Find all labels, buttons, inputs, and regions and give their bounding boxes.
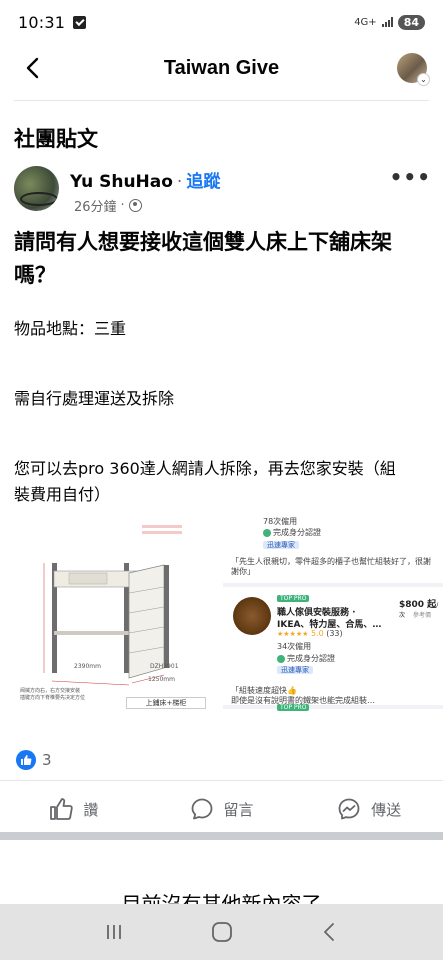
battery-indicator: 84 <box>397 14 425 30</box>
author-avatar[interactable] <box>14 166 59 211</box>
post-meta: 26分鐘 · <box>74 196 142 215</box>
post-image[interactable]: 2390mm 1250mm DZH3901 上鋪床+梯柜 阀械方向右，右方交接安… <box>14 513 443 712</box>
model-label: DZH3901 <box>150 663 179 670</box>
post-title-line: 嗎？ <box>14 263 56 287</box>
chevron-down-icon[interactable]: ⌄ <box>417 73 430 86</box>
post-time[interactable]: 26分鐘 <box>74 196 117 215</box>
review-count: (33) <box>326 629 343 638</box>
like-button[interactable]: 讚 <box>0 792 148 826</box>
comment-icon <box>191 798 212 820</box>
audience-icon <box>128 199 142 212</box>
card-separator <box>223 583 443 587</box>
fast-badge: 迅速專家 <box>263 540 299 550</box>
fast-badge: 迅速專家 <box>277 665 313 675</box>
status-time: 10:31 <box>18 12 66 32</box>
review-quote: 「先生人很親切，零件超多的櫃子也幫忙組裝好了，很謝謝你」 <box>231 557 431 576</box>
usage-count: 34次僱用 <box>277 642 312 651</box>
post-text-suggestion-cont: 裝費用自付） <box>14 485 111 504</box>
reaction-count: 3 <box>42 751 52 769</box>
home-icon[interactable] <box>210 920 234 944</box>
badge-text: 迅速專家 <box>277 666 313 674</box>
pro360-screenshot: 78次僱用 完成身分認證 迅速專家 「先生人很親切，零件超多的櫃子也幫忙組裝好了… <box>223 513 443 712</box>
recent-apps-icon[interactable] <box>103 921 125 943</box>
post-text-suggestion: 您可以去pro 360達人網請人拆除，再去您家安裝（組 <box>14 459 396 478</box>
dim-depth-label: 1250mm <box>148 676 175 683</box>
badge-text: TOP PRO <box>277 595 310 602</box>
share-button[interactable]: 傳送 <box>295 792 443 826</box>
price-ref: 參考價 <box>413 612 432 619</box>
post-title: 請問有人想要接收這個雙人床上下舖床架 嗎？ <box>14 226 424 292</box>
usage-count: 78次僱用 <box>263 517 298 526</box>
top-pro-badge: TOP PRO <box>277 593 310 602</box>
verified-text: 完成身分認證 <box>287 654 335 663</box>
card-separator <box>223 705 443 709</box>
separator: · <box>176 172 183 192</box>
check-icon <box>277 654 285 663</box>
verified-status: 完成身分認證 <box>277 653 335 664</box>
notification-icon <box>73 15 87 29</box>
comment-label: 留言 <box>223 800 254 819</box>
star-icons: ★★★★★ <box>277 630 309 638</box>
actions-divider <box>0 780 443 781</box>
header-divider <box>14 100 429 101</box>
comment-button[interactable]: 留言 <box>148 792 296 826</box>
system-nav-bar <box>0 904 443 960</box>
messenger-icon <box>338 798 360 820</box>
status-bar: 10:31 4G+ 84 <box>0 0 443 44</box>
section-title: 社團貼文 <box>14 127 98 151</box>
feed-separator <box>0 832 443 840</box>
post-author-row: Yu ShuHao · 追蹤 <box>70 167 220 192</box>
thumbs-up-icon <box>50 798 74 820</box>
share-label: 傳送 <box>371 800 402 819</box>
price-value: $800 起 <box>399 600 437 610</box>
bunk-bed-diagram <box>14 513 222 712</box>
post-text-location: 物品地點：三重 <box>14 319 127 338</box>
top-pro-badge: TOP PRO <box>277 702 310 711</box>
like-reaction-icon <box>16 750 36 770</box>
follow-button[interactable]: 追蹤 <box>186 167 220 192</box>
status-indicators: 4G+ 84 <box>354 14 425 30</box>
badge-text: TOP PRO <box>277 704 310 711</box>
pro-avatar <box>233 597 271 635</box>
post-actions: 讚 留言 傳送 <box>0 792 443 826</box>
like-label: 讚 <box>83 800 99 819</box>
assembly-note: 阀械方向右，右方交接安装 插键方向下脊椎要先决定方位 <box>20 688 86 701</box>
rating-value: 5.0 <box>310 629 324 638</box>
meta-separator: · <box>120 198 125 213</box>
check-icon <box>263 528 271 537</box>
verified-text: 完成身分認證 <box>273 528 321 537</box>
verified-status: 完成身分認證 <box>263 527 321 538</box>
author-name[interactable]: Yu ShuHao <box>70 172 173 192</box>
page-title: Taiwan Give <box>163 56 280 79</box>
dim-width-label: 2390mm <box>74 663 101 670</box>
post-title-line: 請問有人想要接收這個雙人床上下舖床架 <box>14 230 392 254</box>
post-text-shipping: 需自行處理運送及拆除 <box>14 389 175 408</box>
caption-label: 上鋪床+梯柜 <box>126 697 206 709</box>
reaction-summary[interactable]: 3 <box>16 750 52 770</box>
signal-icon <box>381 17 393 27</box>
system-back-icon[interactable] <box>319 921 341 943</box>
network-type: 4G+ <box>354 16 377 28</box>
back-arrow-icon[interactable] <box>22 56 46 80</box>
app-header: Taiwan Give ⌄ <box>0 44 443 92</box>
badge-text: 迅速專家 <box>263 541 299 549</box>
more-options-icon[interactable]: ••• <box>390 165 431 189</box>
rating-row: ★★★★★ 5.0 (33) <box>277 629 343 638</box>
